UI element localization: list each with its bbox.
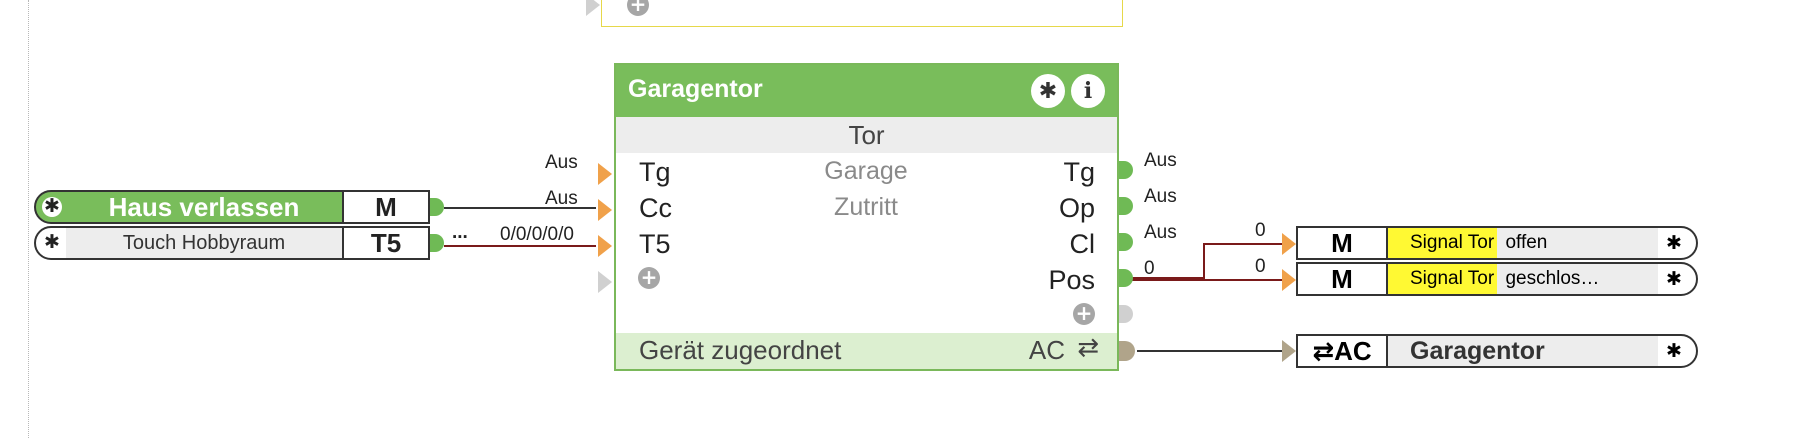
row-type: M	[1331, 264, 1353, 294]
swap-arrows-icon: ⇄	[1312, 337, 1335, 367]
input-label-t5: T5	[639, 229, 671, 259]
row-label: Touch Hobbyraum	[66, 228, 342, 258]
input-connector-cc[interactable]	[598, 199, 612, 221]
block-header[interactable]: Garagentor ✱ i	[616, 65, 1117, 117]
left-row-touch-hobbyraum[interactable]: ✱ Touch Hobbyraum T5	[34, 226, 430, 260]
output-label-tg: Tg	[1063, 157, 1095, 187]
input-value-signal-geschlossen: 0	[1255, 256, 1266, 277]
label-rest: geschlos…	[1505, 268, 1600, 289]
output-value-pos: 0	[1144, 258, 1155, 279]
output-label-op: Op	[1058, 193, 1095, 223]
upper-logic-block[interactable]: +	[586, 0, 1123, 27]
input-connector-tg[interactable]	[598, 163, 612, 185]
output-value-op: Aus	[1144, 186, 1177, 207]
row-type: T5	[342, 228, 428, 258]
block-function: Zutritt	[834, 193, 898, 221]
gear-icon[interactable]: ✱	[1666, 268, 1682, 291]
output-label-pos: Pos	[1048, 265, 1095, 295]
right-row-signal-tor-offen[interactable]: M Signal Tor offen ✱	[1296, 226, 1698, 260]
swap-arrows-icon[interactable]: ⇄	[1077, 333, 1099, 363]
add-input-icon[interactable]: +	[638, 267, 660, 289]
row-label: Signal Tor geschlos…	[1386, 264, 1658, 294]
output-label-cl: Cl	[1069, 229, 1096, 259]
input-value-t5: 0/0/0/0/0	[500, 224, 574, 245]
row-type: M	[342, 192, 428, 222]
row-label: Haus verlassen	[66, 192, 342, 222]
input-value-cc: Aus	[545, 188, 578, 209]
label-highlight: Signal Tor	[1388, 228, 1498, 258]
row-label: Signal Tor offen	[1386, 228, 1658, 258]
input-value-signal-offen: 0	[1255, 220, 1266, 241]
device-input-connector[interactable]	[1282, 340, 1296, 362]
input-label-cc: Cc	[639, 193, 672, 223]
block-title: Garagentor	[628, 75, 763, 103]
device-assigned-label: Gerät zugeordnet	[639, 335, 842, 365]
row-type: ⇄AC	[1298, 336, 1386, 367]
gear-icon[interactable]: ✱	[1031, 74, 1065, 108]
info-icon[interactable]: i	[1071, 74, 1105, 108]
device-type: AC	[1028, 335, 1065, 365]
input-value-tg: Aus	[545, 152, 578, 173]
label-rest: offen	[1505, 232, 1548, 253]
input-connector-empty[interactable]	[598, 271, 612, 293]
gear-icon[interactable]: ✱	[1666, 232, 1682, 255]
input-connector-signal-offen[interactable]	[1282, 233, 1296, 255]
connection-ellipsis: ...	[452, 222, 468, 243]
gear-icon[interactable]: ✱	[42, 197, 62, 217]
output-value-tg: Aus	[1144, 150, 1177, 171]
row-label: Garagentor	[1386, 336, 1658, 366]
gear-icon[interactable]: ✱	[42, 233, 62, 253]
add-output-icon[interactable]: +	[1073, 303, 1095, 325]
label-highlight: Signal Tor	[1388, 264, 1498, 294]
logic-canvas[interactable]: + Garagentor ✱ i Tor Tg Cc T5 + Garage Z…	[0, 0, 1814, 438]
right-row-garagentor-device[interactable]: ⇄AC Garagentor ✱	[1296, 334, 1698, 368]
left-row-haus-verlassen[interactable]: ✱ Haus verlassen M	[34, 190, 430, 224]
row-type: M	[1331, 228, 1353, 258]
device-type: AC	[1334, 336, 1372, 366]
input-connector-signal-geschlossen[interactable]	[1282, 269, 1296, 291]
gear-icon[interactable]: ✱	[1666, 340, 1682, 363]
block-room: Garage	[824, 157, 908, 185]
input-label-tg: Tg	[639, 157, 671, 187]
output-value-cl: Aus	[1144, 222, 1177, 243]
block-footer[interactable]: Gerät zugeordnet AC ⇄	[616, 333, 1117, 369]
plus-icon[interactable]: +	[627, 0, 649, 16]
input-connector[interactable]	[586, 0, 600, 16]
right-row-signal-tor-geschlossen[interactable]: M Signal Tor geschlos… ✱	[1296, 262, 1698, 296]
garagentor-block[interactable]: Garagentor ✱ i Tor Tg Cc T5 + Garage Zut…	[614, 63, 1119, 371]
block-subtitle: Tor	[616, 117, 1117, 153]
input-connector-t5[interactable]	[598, 235, 612, 257]
